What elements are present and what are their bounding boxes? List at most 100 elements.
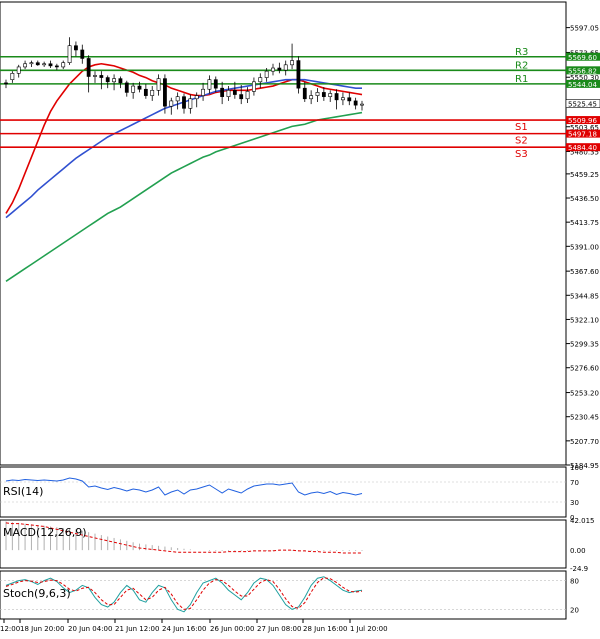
- candle-body: [309, 95, 314, 100]
- moving-average-line: [5, 111, 363, 283]
- current-price-label: 5525.45: [568, 101, 597, 109]
- pivot-price-tag-text: 5484.40: [568, 144, 597, 152]
- x-tick-label: 20 Jun 04:00: [68, 625, 112, 633]
- candle-body: [328, 93, 333, 97]
- pivot-price-tag-text: 5569.60: [568, 54, 597, 62]
- price-tick-label: 5597.05: [570, 25, 599, 33]
- price-tick-label: 5391.00: [570, 243, 599, 251]
- candle-body: [86, 58, 91, 77]
- pivot-level-label: S1: [515, 122, 528, 133]
- stoch-tick-label: 20: [570, 606, 579, 614]
- candle-body: [252, 81, 256, 92]
- candle-body: [341, 97, 345, 101]
- price-tick-label: 5459.25: [570, 171, 599, 179]
- candle-body: [16, 66, 21, 74]
- price-tick-label: 5413.75: [570, 219, 599, 227]
- candle-body: [124, 82, 129, 93]
- x-tick-label: 1 Jul 20:00: [350, 625, 388, 633]
- candle-body: [67, 45, 72, 63]
- macd-title: MACD(12,26,9): [3, 526, 87, 539]
- candle-body: [239, 94, 244, 100]
- rsi-title: RSI(14): [3, 485, 43, 498]
- price-tick-label: 5276.60: [570, 365, 599, 373]
- candle-body: [137, 85, 142, 90]
- candle-body: [163, 78, 167, 107]
- pivot-level-label: S3: [515, 149, 528, 160]
- x-tick-label: 27 Jun 08:00: [257, 625, 301, 633]
- candle-body: [271, 67, 275, 72]
- main-panel-frame: [0, 1, 567, 466]
- candle-body: [302, 87, 307, 100]
- candle-body: [175, 96, 180, 102]
- candle-body: [277, 67, 282, 71]
- macd-tick-label: 0.00: [570, 547, 586, 555]
- candle-body: [290, 60, 294, 66]
- stoch-tick-label: 80: [570, 578, 579, 586]
- x-tick-label: 18 Jun 20:00: [20, 625, 64, 633]
- price-tick-label: 5322.10: [570, 316, 599, 324]
- candle-body: [99, 75, 104, 78]
- candle-body: [207, 79, 212, 90]
- x-tick-label: 26 Jun 00:00: [210, 625, 254, 633]
- candle-body: [334, 93, 339, 101]
- price-tick-label: 5367.60: [570, 268, 599, 276]
- candle-body: [131, 85, 136, 93]
- candle-body: [201, 88, 205, 96]
- candle-body: [74, 45, 78, 51]
- candle-body: [10, 73, 15, 80]
- rsi-line: [5, 477, 363, 496]
- candle-body: [156, 78, 161, 91]
- candle-body: [258, 77, 263, 83]
- candle-body: [42, 63, 47, 66]
- pivot-level-label: R1: [515, 74, 528, 85]
- candle-body: [93, 75, 97, 77]
- candle-body: [54, 65, 59, 68]
- candle-body: [188, 98, 193, 109]
- candle-body: [283, 64, 288, 71]
- price-tick-label: 5344.85: [570, 292, 599, 300]
- price-tick-label: 5207.70: [570, 438, 599, 446]
- price-tick-label: 5299.35: [570, 341, 599, 349]
- x-tick-label: 12:00: [0, 625, 20, 633]
- candle-body: [182, 96, 186, 109]
- x-tick-label: 28 Jun 16:00: [303, 625, 347, 633]
- x-tick-label: 21 Jun 12:00: [115, 625, 159, 633]
- pivot-price-tag-text: 5544.04: [568, 81, 597, 89]
- candle-body: [321, 92, 326, 97]
- x-tick-label: 24 Jun 16:00: [162, 625, 206, 633]
- candle-body: [61, 62, 66, 68]
- candle-body: [194, 95, 199, 100]
- candle-body: [4, 82, 8, 85]
- candle-body: [353, 100, 358, 106]
- candle-body: [296, 60, 301, 89]
- candle-body: [169, 100, 174, 107]
- candle-body: [48, 63, 53, 67]
- pivot-price-tag-text: 5509.96: [568, 117, 597, 125]
- candle-body: [264, 70, 269, 78]
- pivot-price-tag-text: 5497.18: [568, 131, 597, 139]
- pivot-level-label: R2: [515, 60, 528, 71]
- candle-body: [315, 92, 320, 96]
- rsi-tick-label: 70: [570, 479, 579, 487]
- stoch-title: Stoch(9,6,3): [3, 587, 71, 600]
- macd-tick-label: -24.9: [570, 565, 588, 573]
- candle-body: [232, 89, 237, 95]
- candle-body: [105, 77, 110, 83]
- indicator-panel-frame: [0, 466, 567, 518]
- candle-body: [220, 87, 225, 97]
- candle-body: [245, 91, 250, 100]
- pivot-price-tag-text: 5556.82: [568, 67, 597, 75]
- candle-body: [360, 103, 364, 106]
- price-chart: 5597.055573.655550.305527.005503.655480.…: [0, 1, 600, 633]
- candle-body: [143, 88, 148, 96]
- candle-body: [347, 97, 352, 102]
- pivot-level-label: R3: [515, 47, 528, 58]
- candle-body: [112, 78, 116, 83]
- price-tick-label: 5253.20: [570, 390, 599, 398]
- price-tick-label: 5230.45: [570, 414, 599, 422]
- pivot-level-label: S2: [515, 136, 528, 147]
- moving-average-line: [5, 62, 363, 214]
- macd-tick-label: 42.015: [570, 517, 595, 525]
- candle-body: [23, 63, 27, 68]
- rsi-tick-label: 30: [570, 499, 579, 507]
